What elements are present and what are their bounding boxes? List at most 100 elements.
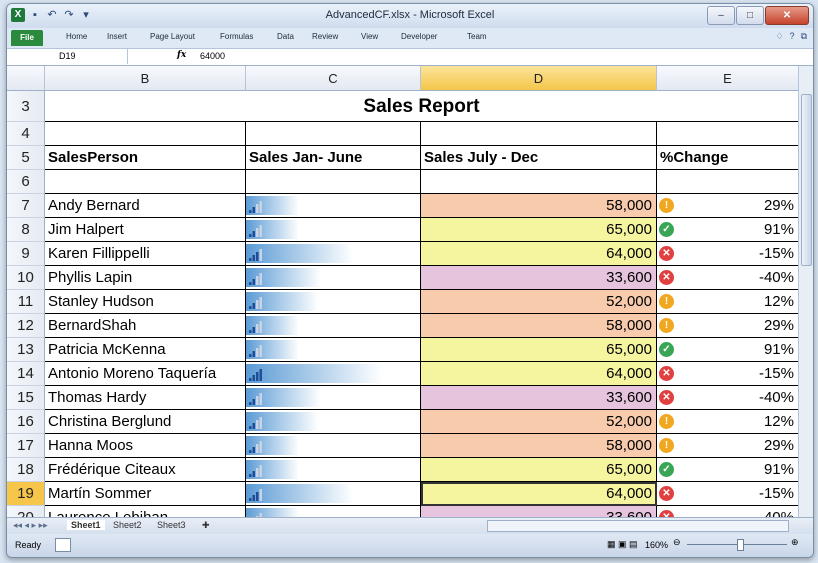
cell-b6[interactable] [45, 170, 246, 194]
row-header-13[interactable]: 13 [7, 338, 45, 362]
column-header-b[interactable]: B [45, 66, 246, 91]
sales-july-dec-cell[interactable]: 33,600 [421, 386, 657, 410]
tab-team[interactable]: Team [467, 32, 487, 41]
minimize-button[interactable]: – [707, 6, 735, 25]
cell-c6[interactable] [246, 170, 421, 194]
cell-e6[interactable] [657, 170, 799, 194]
help-icon[interactable]: ? [790, 31, 795, 42]
sales-jan-june-cell[interactable] [246, 218, 421, 242]
close-button[interactable]: ✕ [765, 6, 809, 25]
salesperson-cell[interactable]: Patricia McKenna [45, 338, 246, 362]
salesperson-cell[interactable]: Phyllis Lapin [45, 266, 246, 290]
salesperson-cell[interactable]: Stanley Hudson [45, 290, 246, 314]
cell-b4[interactable] [45, 122, 246, 146]
tab-view[interactable]: View [361, 32, 378, 41]
salesperson-cell[interactable]: Christina Berglund [45, 410, 246, 434]
cell-d4[interactable] [421, 122, 657, 146]
salesperson-cell[interactable]: Andy Bernard [45, 194, 246, 218]
percent-change-cell[interactable]: ! 12% [657, 410, 799, 434]
sales-july-dec-cell[interactable]: 64,000 [421, 362, 657, 386]
tab-formulas[interactable]: Formulas [220, 32, 253, 41]
sales-jan-june-cell[interactable] [246, 386, 421, 410]
tab-insert[interactable]: Insert [107, 32, 127, 41]
name-box[interactable]: D19 [9, 49, 128, 64]
sales-july-dec-cell[interactable]: 52,000 [421, 410, 657, 434]
zoom-in-icon[interactable]: ⊕ [791, 537, 799, 548]
row-header-11[interactable]: 11 [7, 290, 45, 314]
row-header-6[interactable]: 6 [7, 170, 45, 194]
sales-july-dec-cell[interactable]: 64,000 [421, 242, 657, 266]
macro-record-icon[interactable] [55, 538, 71, 552]
row-header-10[interactable]: 10 [7, 266, 45, 290]
sales-jan-june-cell[interactable] [246, 434, 421, 458]
restore-icon[interactable]: ⧉ [801, 31, 807, 42]
sales-jan-june-cell[interactable] [246, 314, 421, 338]
sales-july-dec-cell[interactable]: 52,000 [421, 290, 657, 314]
formula-input[interactable]: 64000 [200, 51, 225, 61]
percent-change-cell[interactable]: ! 29% [657, 314, 799, 338]
header-salesperson[interactable]: SalesPerson [45, 146, 246, 170]
sales-july-dec-cell[interactable]: 58,000 [421, 194, 657, 218]
tab-data[interactable]: Data [277, 32, 294, 41]
select-all-corner[interactable] [7, 66, 45, 91]
row-header-5[interactable]: 5 [7, 146, 45, 170]
zoom-slider-thumb[interactable] [737, 539, 744, 551]
percent-change-cell[interactable]: ✕ -40% [657, 266, 799, 290]
salesperson-cell[interactable]: Hanna Moos [45, 434, 246, 458]
row-header-16[interactable]: 16 [7, 410, 45, 434]
row-header-14[interactable]: 14 [7, 362, 45, 386]
percent-change-cell[interactable]: ! 12% [657, 290, 799, 314]
salesperson-cell[interactable]: Thomas Hardy [45, 386, 246, 410]
header-sales-jan-june[interactable]: Sales Jan- June [246, 146, 421, 170]
salesperson-cell[interactable]: BernardShah [45, 314, 246, 338]
ribbon-collapse-icon[interactable]: ♢ [775, 31, 783, 42]
sales-july-dec-cell[interactable]: 64,000 [421, 482, 657, 506]
row-header-7[interactable]: 7 [7, 194, 45, 218]
sales-jan-june-cell[interactable] [246, 362, 421, 386]
row-header-17[interactable]: 17 [7, 434, 45, 458]
header-percent-change[interactable]: %Change [657, 146, 799, 170]
sales-jan-june-cell[interactable] [246, 290, 421, 314]
column-header-c[interactable]: C [246, 66, 421, 91]
sales-jan-june-cell[interactable] [246, 458, 421, 482]
insert-sheet-icon[interactable]: ✚ [202, 520, 210, 531]
cell-e4[interactable] [657, 122, 799, 146]
tab-page-layout[interactable]: Page Layout [150, 32, 195, 41]
percent-change-cell[interactable]: ! 29% [657, 194, 799, 218]
row-header-8[interactable]: 8 [7, 218, 45, 242]
sheet-nav-arrows-icon[interactable]: ◂◂ ◂ ▸ ▸▸ [13, 520, 48, 531]
row-header-15[interactable]: 15 [7, 386, 45, 410]
sheet-tab-sheet2[interactable]: Sheet2 [113, 520, 142, 530]
row-header-4[interactable]: 4 [7, 122, 45, 146]
sales-july-dec-cell[interactable]: 65,000 [421, 218, 657, 242]
vertical-scrollbar[interactable] [798, 66, 813, 517]
salesperson-cell[interactable]: Martín Sommer [45, 482, 246, 506]
sales-july-dec-cell[interactable]: 33,600 [421, 266, 657, 290]
sales-jan-june-cell[interactable] [246, 482, 421, 506]
row-header-3[interactable]: 3 [7, 91, 45, 122]
tab-developer[interactable]: Developer [401, 32, 437, 41]
row-header-12[interactable]: 12 [7, 314, 45, 338]
salesperson-cell[interactable]: Karen Fillippelli [45, 242, 246, 266]
percent-change-cell[interactable]: ✕ -15% [657, 482, 799, 506]
column-header-e[interactable]: E [657, 66, 799, 91]
header-sales-july-dec[interactable]: Sales July - Dec [421, 146, 657, 170]
percent-change-cell[interactable]: ✕ -40% [657, 386, 799, 410]
row-header-9[interactable]: 9 [7, 242, 45, 266]
sales-jan-june-cell[interactable] [246, 410, 421, 434]
tab-file[interactable]: File [11, 30, 43, 46]
sales-jan-june-cell[interactable] [246, 242, 421, 266]
row-header-19[interactable]: 19 [7, 482, 45, 506]
sales-jan-june-cell[interactable] [246, 338, 421, 362]
cell-c4[interactable] [246, 122, 421, 146]
insert-function-icon[interactable]: fx [177, 50, 186, 60]
tab-review[interactable]: Review [312, 32, 338, 41]
salesperson-cell[interactable]: Antonio Moreno Taquería [45, 362, 246, 386]
percent-change-cell[interactable]: ! 29% [657, 434, 799, 458]
salesperson-cell[interactable]: Jim Halpert [45, 218, 246, 242]
sales-july-dec-cell[interactable]: 58,000 [421, 434, 657, 458]
percent-change-cell[interactable]: ✕ -15% [657, 242, 799, 266]
report-title[interactable]: Sales Report [45, 91, 799, 122]
horizontal-scrollbar[interactable] [487, 520, 789, 532]
sales-jan-june-cell[interactable] [246, 266, 421, 290]
